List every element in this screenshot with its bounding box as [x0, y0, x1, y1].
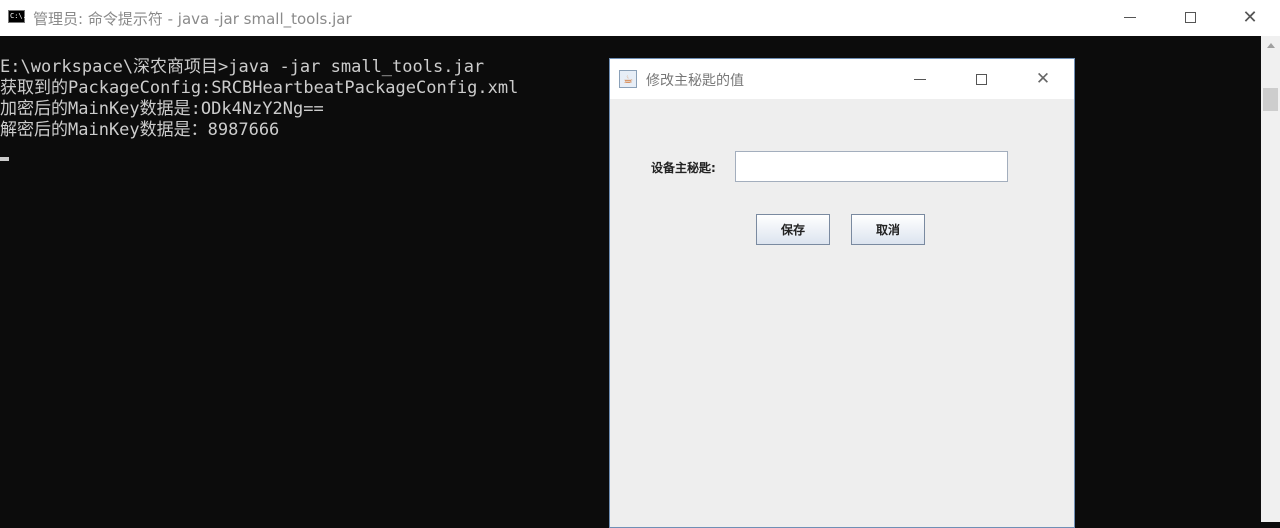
console-line: 解密后的MainKey数据是：8987666	[0, 120, 280, 140]
minimize-icon	[1124, 16, 1136, 18]
dialog-maximize-button[interactable]	[961, 67, 1001, 91]
close-icon: ✕	[1242, 6, 1258, 28]
cmd-close-button[interactable]: ✕	[1220, 0, 1280, 34]
cmd-maximize-button[interactable]	[1160, 0, 1220, 34]
console-cursor	[0, 157, 9, 161]
terminal-icon-text: C:\.	[10, 12, 27, 20]
save-button[interactable]: 保存	[756, 214, 830, 245]
scroll-thumb[interactable]	[1263, 88, 1278, 111]
console-line: 获取到的PackageConfig:SRCBHeartbeatPackageCo…	[0, 78, 519, 98]
scroll-up-arrow-icon	[1266, 42, 1275, 48]
cmd-minimize-button[interactable]	[1100, 0, 1160, 34]
device-key-input[interactable]	[735, 151, 1008, 182]
modify-key-dialog: ☕ 修改主秘匙的值 ✕ 设备主秘匙: 保存 取消	[609, 58, 1075, 528]
dialog-close-button[interactable]: ✕	[1023, 67, 1063, 91]
cmd-scrollbar[interactable]	[1261, 36, 1280, 522]
scroll-up-button[interactable]	[1261, 36, 1280, 54]
maximize-icon	[1184, 11, 1196, 23]
close-icon: ✕	[1035, 69, 1051, 89]
dialog-title: 修改主秘匙的值	[646, 73, 744, 89]
maximize-icon	[975, 73, 987, 85]
java-cup-icon: ☕	[619, 70, 637, 88]
device-key-label: 设备主秘匙:	[651, 161, 716, 175]
dialog-minimize-button[interactable]	[900, 67, 940, 91]
cmd-window-title: 管理员: 命令提示符 - java -jar small_tools.jar	[33, 10, 352, 28]
console-output[interactable]: E:\workspace\深农商项目>java -jar small_tools…	[0, 57, 518, 141]
dialog-titlebar: ☕ 修改主秘匙的值 ✕	[610, 59, 1074, 99]
console-line: 加密后的MainKey数据是:ODk4NzY2Ng==	[0, 99, 324, 119]
minimize-icon	[914, 78, 926, 80]
cmd-titlebar: C:\. 管理员: 命令提示符 - java -jar small_tools.…	[0, 0, 1280, 36]
console-line: E:\workspace\深农商项目>java -jar small_tools…	[0, 57, 485, 77]
terminal-icon: C:\.	[8, 10, 27, 23]
cancel-button[interactable]: 取消	[851, 214, 925, 245]
